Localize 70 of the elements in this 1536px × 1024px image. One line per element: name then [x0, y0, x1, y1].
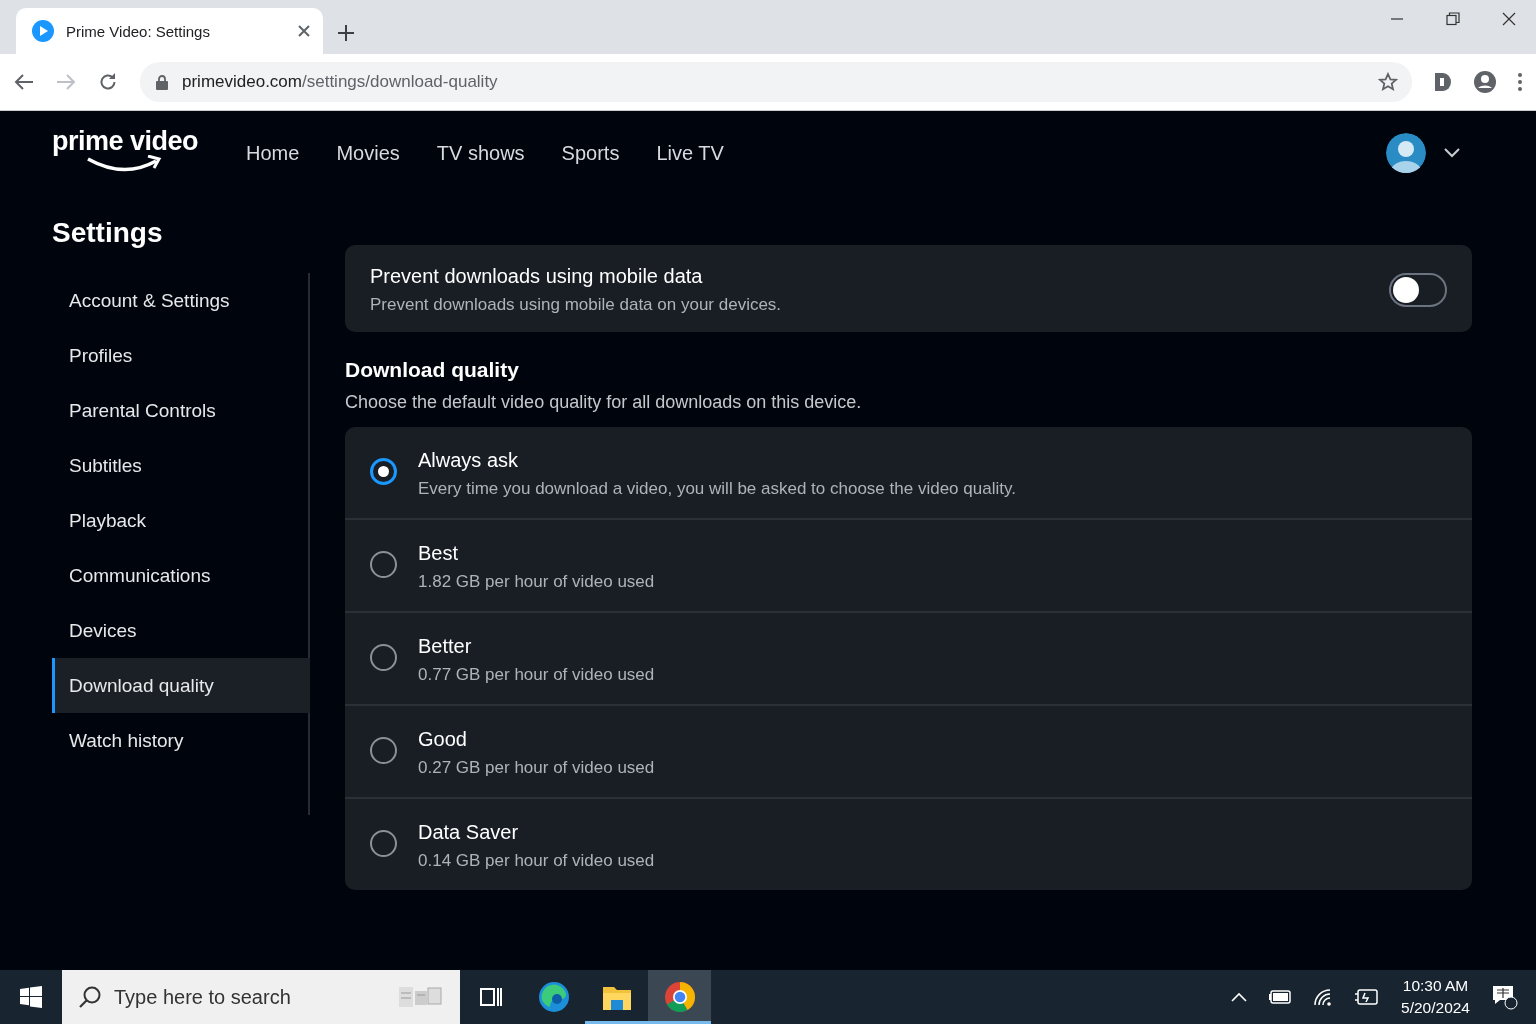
- radio-button[interactable]: [370, 737, 397, 764]
- star-icon[interactable]: [1378, 72, 1398, 92]
- sidebar-item[interactable]: Subtitles: [52, 438, 308, 493]
- back-icon[interactable]: [14, 73, 34, 91]
- section-heading: Download quality: [345, 358, 520, 382]
- search-icon: [78, 985, 102, 1009]
- sidebar-item[interactable]: Communications: [52, 548, 308, 603]
- page-title: Settings: [52, 217, 163, 249]
- lock-icon: [156, 74, 168, 90]
- power-icon[interactable]: [1355, 989, 1380, 1005]
- chevron-up-icon[interactable]: [1231, 992, 1248, 1002]
- option-description: 1.82 GB per hour of video used: [418, 572, 655, 592]
- radio-button[interactable]: [370, 551, 397, 578]
- task-view-icon: [480, 986, 502, 1008]
- more-icon[interactable]: [1518, 73, 1522, 91]
- avatar-icon[interactable]: [1386, 133, 1426, 173]
- restore-icon[interactable]: [1446, 12, 1460, 26]
- search-placeholder: Type here to search: [114, 985, 292, 1009]
- windows-icon: [20, 986, 42, 1008]
- prime-video-logo[interactable]: prime video: [52, 127, 199, 173]
- nav-link[interactable]: Live TV: [656, 141, 724, 165]
- battery-icon[interactable]: [1269, 990, 1292, 1004]
- chevron-down-icon[interactable]: [1444, 148, 1460, 158]
- account-icon[interactable]: [1474, 71, 1496, 93]
- option-description: 0.27 GB per hour of video used: [418, 758, 655, 778]
- sidebar-item[interactable]: Profiles: [52, 328, 308, 383]
- sidebar-item[interactable]: Download quality: [52, 658, 310, 713]
- option-description: 0.77 GB per hour of video used: [418, 665, 655, 685]
- wifi-icon[interactable]: [1313, 988, 1334, 1006]
- plus-icon[interactable]: [337, 24, 355, 42]
- browser-icon: [662, 980, 697, 1014]
- nav-link[interactable]: Movies: [336, 141, 400, 165]
- radio-button[interactable]: [370, 830, 397, 857]
- close-icon[interactable]: [297, 24, 311, 38]
- close-icon[interactable]: [1502, 12, 1516, 26]
- option-title: Best: [418, 542, 460, 565]
- sidebar-item[interactable]: Account & Settings: [52, 273, 308, 328]
- setting-description: Prevent downloads using mobile data on your devices.: [370, 295, 783, 315]
- option-title: Good: [418, 728, 468, 751]
- option-title: Data Saver: [418, 821, 520, 844]
- sidebar-item[interactable]: Devices: [52, 603, 308, 658]
- extension-icon[interactable]: [1434, 72, 1452, 92]
- url-text: primevideo.com/settings/download-quality: [182, 72, 499, 92]
- setting-title: Prevent downloads using mobile data: [370, 265, 704, 288]
- sidebar-item[interactable]: Watch history: [52, 713, 308, 768]
- play-icon: [32, 20, 54, 42]
- radio-button[interactable]: [370, 458, 397, 485]
- option-description: 0.14 GB per hour of video used: [418, 851, 655, 871]
- radio-button[interactable]: [370, 644, 397, 671]
- notification-icon[interactable]: [1492, 984, 1518, 1010]
- nav-link[interactable]: Home: [246, 141, 300, 165]
- option-title: Always ask: [418, 449, 520, 472]
- search-box[interactable]: Type here to search: [62, 970, 460, 1024]
- clock-date[interactable]: 5/20/2024: [1401, 999, 1470, 1017]
- section-description: Choose the default video quality for all downloads on this device.: [345, 392, 863, 413]
- sidebar-item[interactable]: Parental Controls: [52, 383, 308, 438]
- taskbar-app[interactable]: [648, 970, 711, 1024]
- option-title: Better: [418, 635, 473, 658]
- toggle-switch[interactable]: [1389, 273, 1447, 307]
- nav-link[interactable]: TV shows: [436, 141, 525, 165]
- tab-title: Prime Video: Settings: [66, 22, 211, 40]
- sidebar-item[interactable]: Playback: [52, 493, 308, 548]
- browser-icon: [536, 980, 571, 1014]
- smile-arrow-icon: [86, 155, 164, 173]
- nav-link[interactable]: Sports: [561, 141, 620, 165]
- browser-tab[interactable]: Prime Video: Settings: [16, 8, 323, 54]
- option-description: Every time you download a video, you will be asked to choose the video quality.: [418, 479, 1016, 499]
- address-bar[interactable]: primevideo.com/settings/download-quality: [140, 62, 1412, 102]
- clock-time[interactable]: 10:30 AM: [1402, 977, 1469, 995]
- reload-icon[interactable]: [98, 72, 118, 92]
